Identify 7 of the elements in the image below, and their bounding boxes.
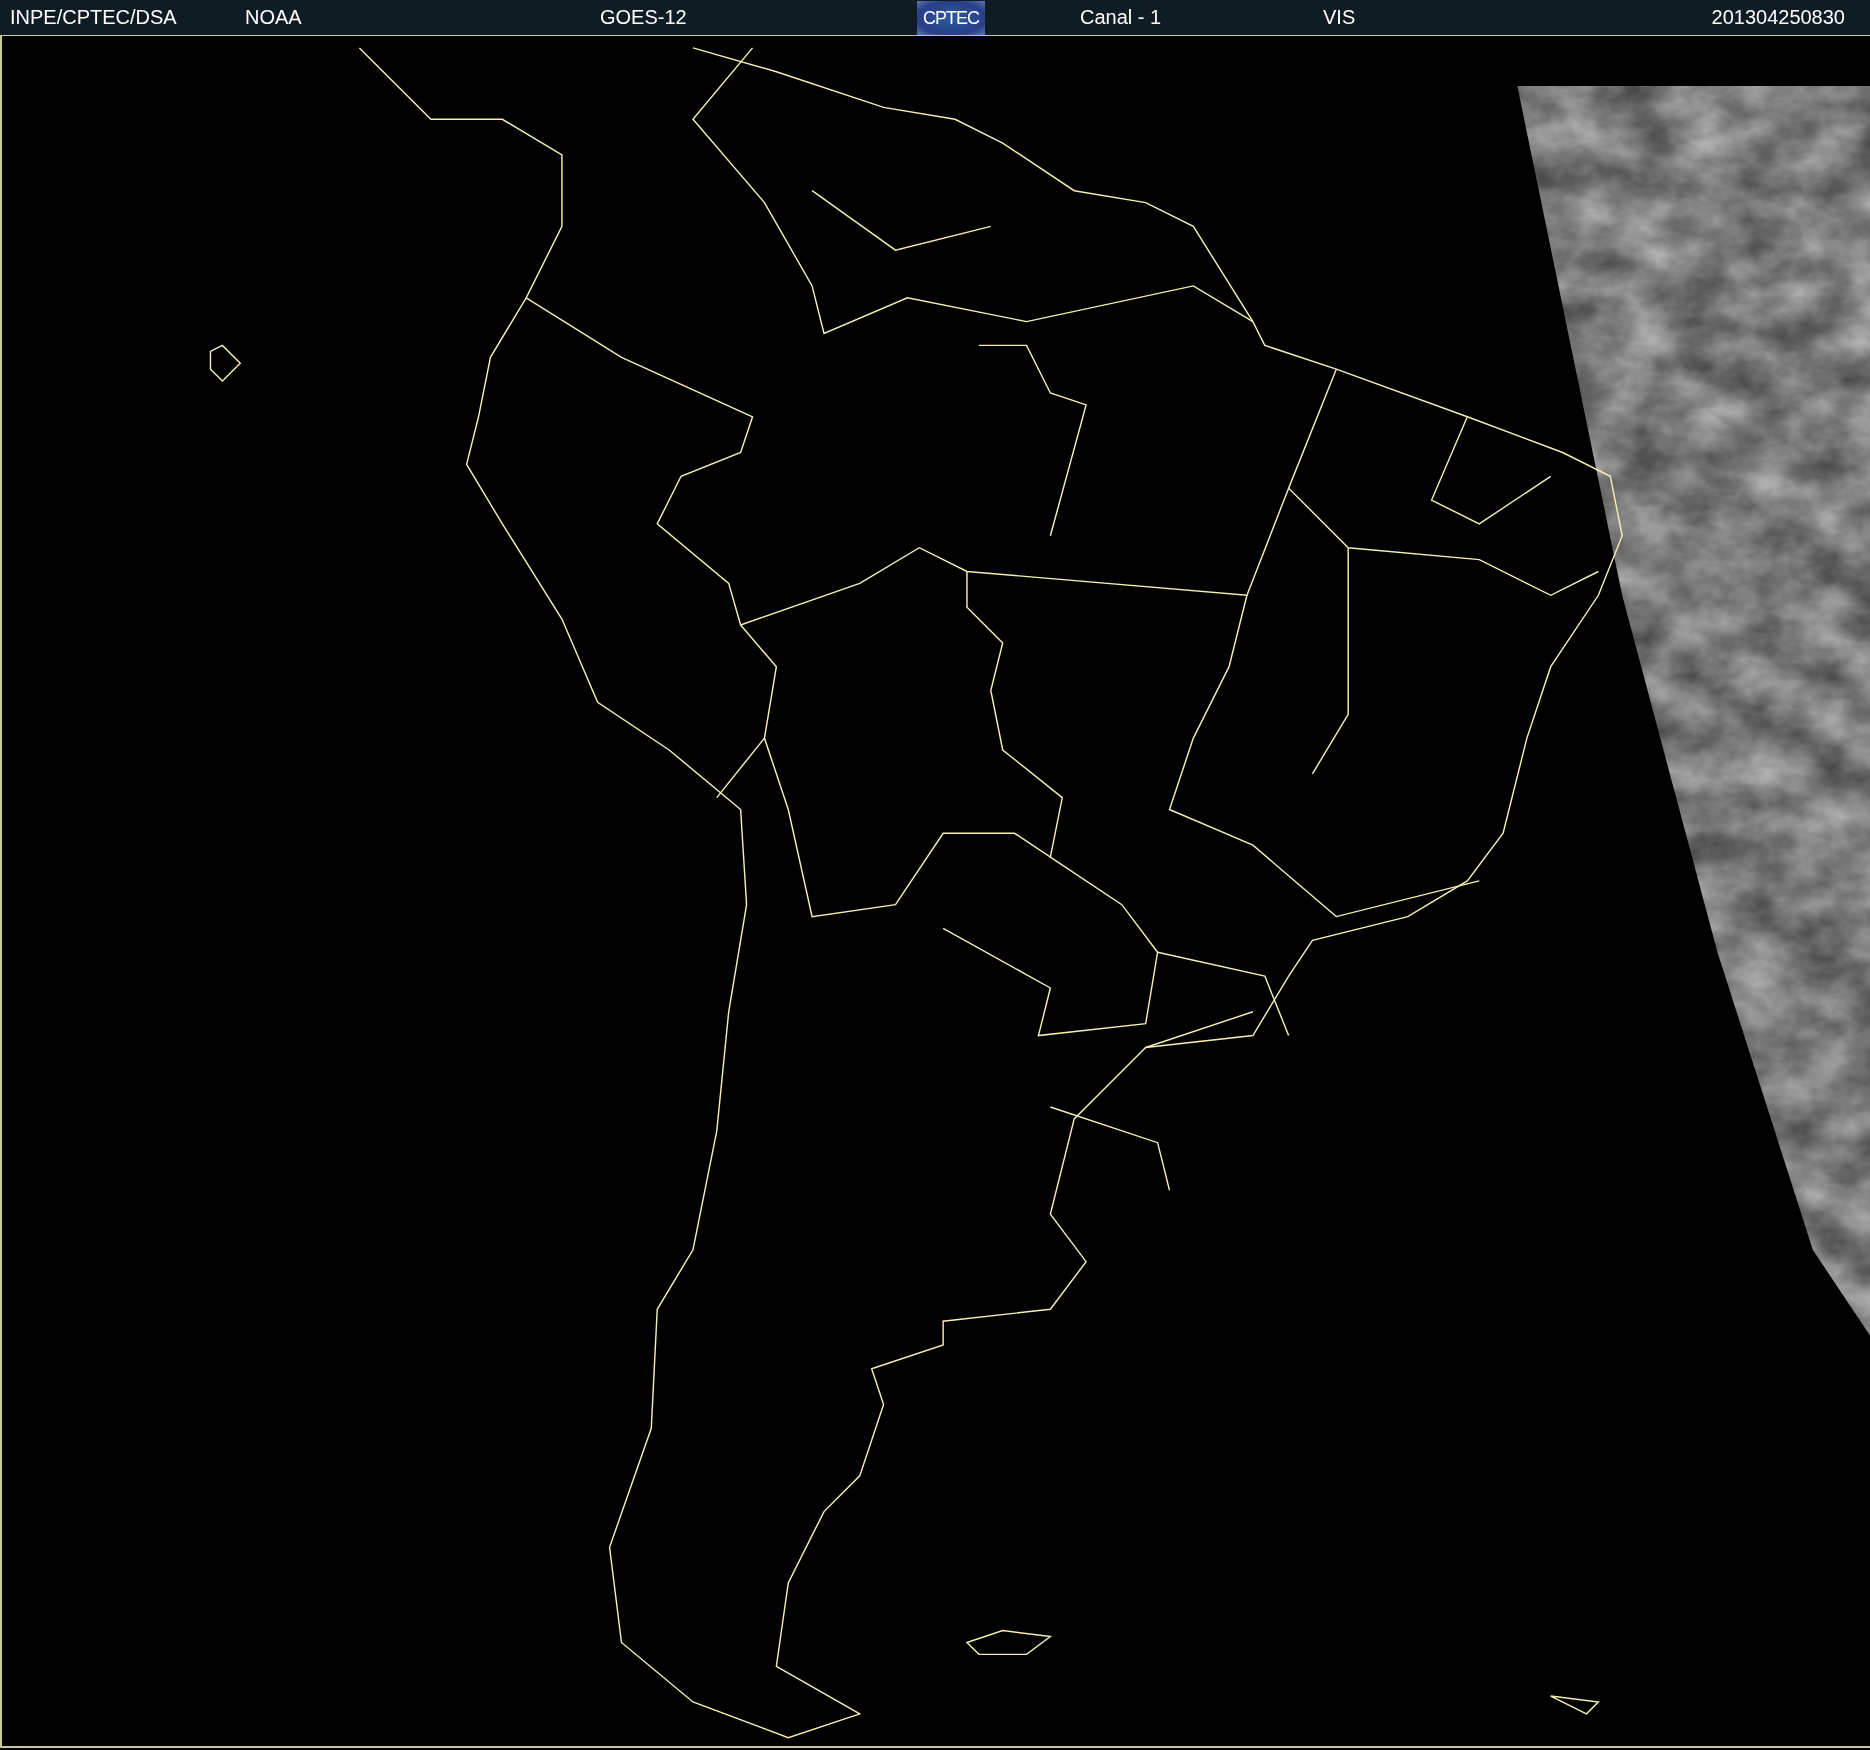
header-label: NOAA bbox=[245, 6, 303, 29]
header-label: GOES-12 bbox=[600, 6, 688, 29]
header-label: VIS bbox=[1323, 6, 1357, 29]
header-label: INPE/CPTEC/DSA bbox=[10, 6, 178, 29]
header-label: Canal - 1 bbox=[1080, 6, 1163, 29]
header-label: 201304250830 bbox=[1711, 6, 1845, 29]
logo-badge: CPTEC bbox=[917, 0, 985, 35]
